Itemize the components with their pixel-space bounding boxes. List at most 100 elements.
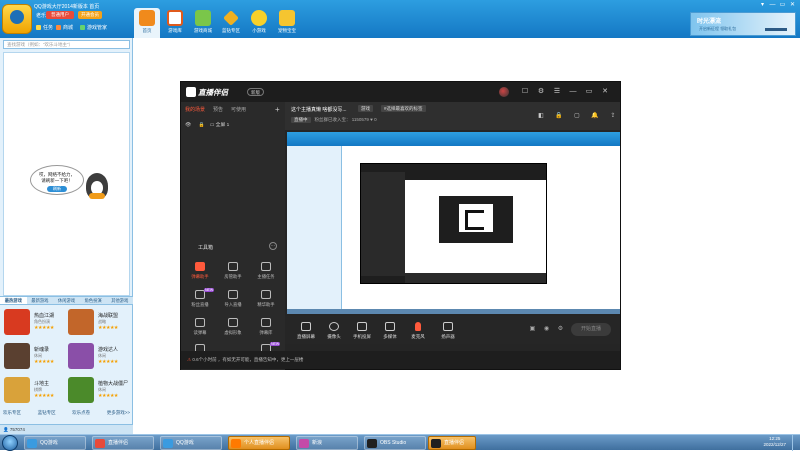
add-scene-icon[interactable]: + [275,105,280,114]
task-icon [36,25,41,30]
source-media-button[interactable]: 多媒体 [377,322,403,340]
taskbar-item[interactable]: QQ游戏 [160,436,222,450]
live-partner-window: 直播伴侣 新版 ☐ ⚙ ☰ — ▭ ✕ 我的场景 预告 可使用 + 👁 🔒 ▭ … [180,81,621,370]
maximize-icon[interactable]: ▭ [779,2,786,9]
close-icon[interactable]: ✕ [789,2,796,9]
game-rating: ★★★★★ [34,393,54,399]
qq-shop-link[interactable]: 商城 [56,24,73,31]
screen-icon[interactable]: ▢ [573,112,581,120]
qq-task-link[interactable]: 任务 [36,24,53,31]
scene-item[interactable]: 👁 🔒 ▭ 全屏 1 [185,121,229,128]
microphone-button[interactable]: 麦克风 [405,322,431,340]
qq-manager-link[interactable]: 游戏管家 [80,24,107,31]
gear-icon[interactable]: ⚙ [537,88,545,96]
tool-read-barrage[interactable]: 读弹幕 [185,318,215,342]
link-blue-diamond-zone[interactable]: 蓝钻专区 [38,410,56,416]
game-card[interactable]: 斗地主 棋牌 ★★★★★ [3,376,65,406]
tray-clock[interactable]: 12:25 2022/12/27 [763,436,786,448]
link-happy-points[interactable]: 欢乐点卷 [72,410,90,416]
link-more-games[interactable]: 更多游戏>> [107,410,130,416]
game-card[interactable]: 游戏达人 休闲 ★★★★★ [67,342,129,372]
chevron-down-icon[interactable]: ▾ [759,2,766,9]
game-card[interactable]: 热血江湖 角色扮演 ★★★★★ [3,308,65,338]
minimize-icon[interactable]: — [769,2,776,9]
qq-window-title: QQ游戏大厅2014新版本 首页 [34,4,100,10]
show-desktop-button[interactable] [792,435,800,451]
eye-icon[interactable]: ◉ [543,326,550,333]
download-icon [228,290,238,299]
tool-fan-live[interactable]: NEW 粉丝直播 [185,288,215,314]
speaker-button[interactable]: 扬声器 [435,322,461,340]
qq-vip-button[interactable]: 开通会员 [78,11,102,19]
room-tag[interactable]: #选择最喜欢的标签 [381,105,426,112]
speaker-icon [195,318,205,327]
taskbar-item[interactable]: 直播伴侣 [92,436,154,450]
tool-anchor-task[interactable]: 主播任务 [251,262,281,286]
minimize-icon[interactable]: — [569,88,577,96]
tab-hot-games[interactable]: 最热游戏 [0,297,27,304]
nav-game-shop[interactable]: 游戏商城 [190,8,216,38]
menu-icon[interactable]: ☰ [553,88,561,96]
highlight-icon [261,290,271,299]
version-tag[interactable]: 新版 [247,88,264,96]
close-icon[interactable]: ✕ [601,88,609,96]
tool-import-live[interactable]: 导入直播 [218,290,248,314]
preview-deep-window [439,196,513,243]
lock-icon[interactable]: 🔒 [198,123,204,128]
game-card[interactable]: 斩魂录 休闲 ★★★★★ [3,342,65,372]
tool-virtual-avatar[interactable]: 虚拟形象 [218,318,248,342]
source-screen-button[interactable]: 直播屏幕 [293,322,319,340]
source-phone-button[interactable]: 手机投屏 [349,322,375,340]
tool-highlight-helper[interactable]: 精华助手 [251,290,281,314]
start-button-icon[interactable] [2,435,18,451]
game-card[interactable]: 海战联盟 战略 ★★★★★ [67,308,129,338]
lock-icon[interactable]: 🔒 [555,112,563,120]
taskbar-item[interactable]: 个人直播伴侣 [228,436,290,450]
live-preview-canvas[interactable] [287,132,620,314]
maximize-icon[interactable]: ▭ [585,88,593,96]
taskbar-item[interactable]: 新浪 [296,436,358,450]
taskbar-item[interactable]: OBS Studio [364,436,426,450]
tab-preview[interactable]: 预告 [213,106,223,113]
game-card[interactable]: 植物大战僵尸 休闲 ★★★★★ [67,376,129,406]
taskbar-item[interactable]: 直播伴侣 [428,436,476,450]
tool-barrage-helper[interactable]: 弹幕助手 [185,262,215,286]
tab-new-games[interactable]: 最新游戏 [27,297,54,304]
avatar[interactable] [499,87,509,97]
live-status-pill[interactable]: 直播中 [291,117,311,123]
record-icon[interactable]: ▣ [529,326,536,333]
tab-available[interactable]: 可使用 [231,106,246,113]
game-search-input[interactable]: 查找游戏（例如：“欢乐斗地主”） [3,40,130,49]
nav-pet[interactable]: 宠物宝宝 [274,8,300,38]
screen-capture-icon [301,322,311,331]
tab-other-games[interactable]: 其他游戏 [106,297,133,304]
start-live-button[interactable]: 开始直播 [571,323,611,336]
nav-blue-diamond[interactable]: 蓝钻专区 [218,8,244,38]
refresh-button[interactable]: 刷新 [47,186,67,192]
room-title[interactable]: 这个主播真懒 啥都没写... [291,106,347,113]
more-tools-icon[interactable]: ⋯ [269,242,277,250]
qq-user-name[interactable]: 老乐 [36,12,46,19]
diamond-icon [223,10,239,26]
tab-casual-games[interactable]: 休闲游戏 [53,297,80,304]
layout-icon[interactable]: ◧ [537,112,545,120]
tab-rpg-games[interactable]: 角色扮演 [80,297,107,304]
game-thumbnail [68,309,94,335]
eye-icon[interactable]: 👁 [185,123,191,128]
taskbar-item[interactable]: QQ游戏 [24,436,86,450]
link-happy-zone[interactable]: 欢乐专区 [3,410,21,416]
source-camera-button[interactable]: 摄像头 [321,322,347,340]
tool-room-manager[interactable]: 房管助手 [218,262,248,286]
tab-my-scenes[interactable]: 我的场景 [185,106,205,113]
window-mode-icon[interactable]: ☐ [521,88,529,96]
nav-home[interactable]: 首页 [134,8,160,38]
nav-game-library[interactable]: 游戏库 [162,8,188,38]
bell-icon[interactable]: 🔔 [591,112,599,120]
share-icon[interactable]: ⇪ [609,112,617,120]
room-category[interactable]: 游戏 [358,105,373,112]
gear-icon[interactable]: ⚙ [557,326,564,333]
qq-banner-ad[interactable]: 时光漂流 开启新征程 领取礼包 [690,12,796,36]
tool-barrage-library[interactable]: 弹幕库 [251,318,281,342]
qq-game-logo[interactable] [2,4,32,34]
nav-mini-games[interactable]: 小游戏 [246,8,272,38]
